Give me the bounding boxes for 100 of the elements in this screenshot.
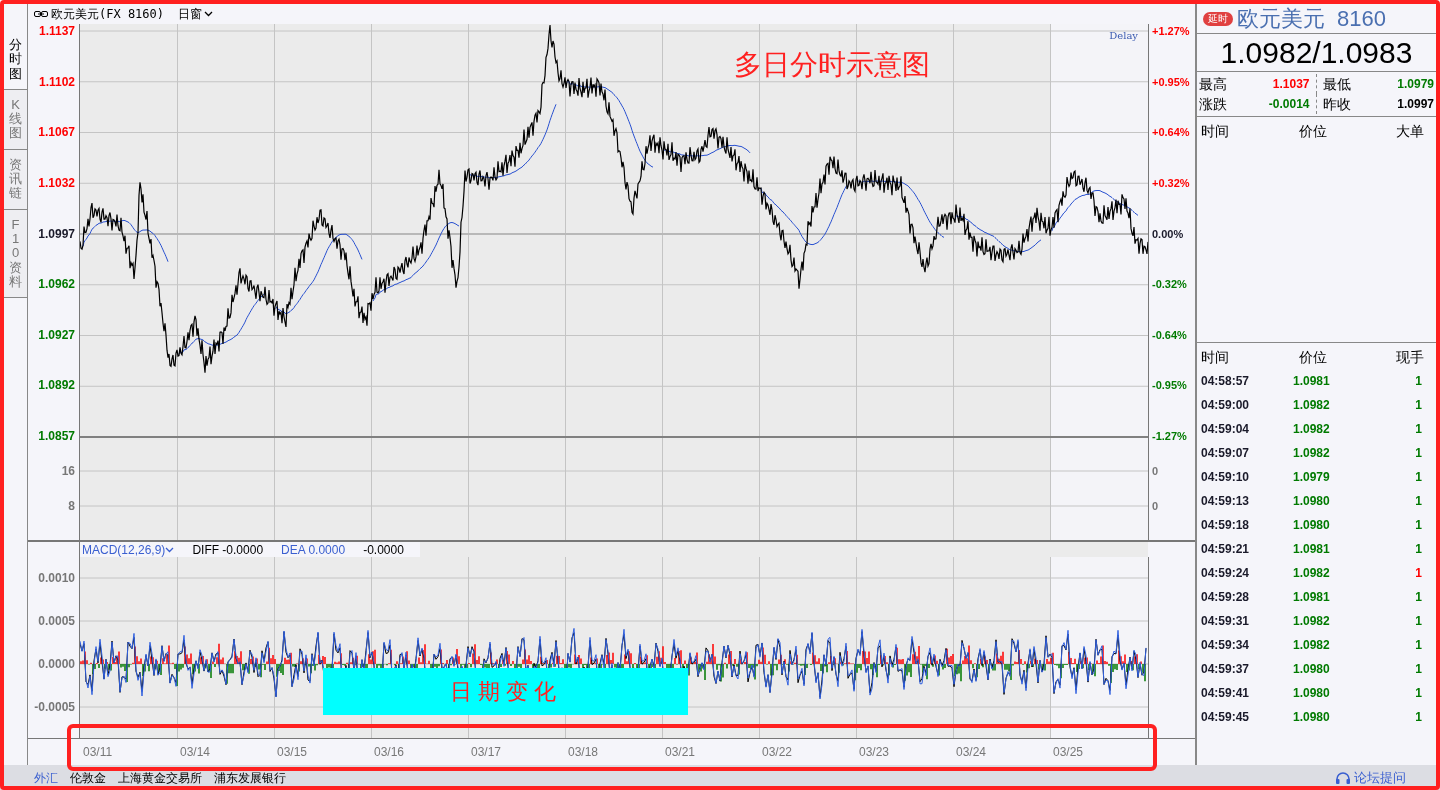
instrument-name: 欧元美元 [1237,5,1325,33]
trade-time: 04:59:45 [1201,709,1251,726]
trade-price: 1.0982 [1292,613,1330,630]
column-header: 大单 [1396,122,1424,141]
trade-price: 1.0981 [1292,589,1330,606]
trade-time: 04:59:34 [1201,637,1251,654]
side-tab[interactable]: 资讯链 [4,149,27,210]
macd-tick-label: 0.0010 [38,571,75,585]
trade-price: 1.0980 [1292,709,1330,726]
trade-price: 1.0982 [1292,637,1330,654]
stat-value: 1.1037 [1272,76,1310,93]
trade-price: 1.0982 [1292,445,1330,462]
delay-badge: 延时 [1203,11,1233,26]
date-label: 03/21 [664,744,696,761]
macd-tick-label: -0.0005 [34,700,75,714]
stat-label: 最低 [1322,74,1351,94]
market-tab[interactable]: 外汇 [34,768,58,787]
trade-time: 04:59:28 [1201,589,1251,606]
price-tick-label: 1.0927 [38,327,75,342]
annotation-title: 多日分时示意图 [734,48,930,82]
percent-tick-label: -1.27% [1152,429,1188,443]
percent-tick-label: 0.00% [1152,226,1185,241]
percent-tick-label: -0.64% [1152,327,1188,342]
trade-price: 1.0980 [1292,517,1330,534]
column-header: 时间 [1201,348,1229,367]
date-label: 03/23 [858,744,890,761]
diff-value: DIFF -0.0000 [192,541,264,559]
trade-volume: 1 [1415,469,1422,486]
headset-icon [1335,770,1351,785]
trade-volume: 1 [1415,709,1422,726]
trade-price: 1.0982 [1292,421,1330,438]
trade-volume: 1 [1415,397,1422,414]
symbol-title: 欧元美元(FX 8160) [51,6,165,23]
trade-volume: 1 [1415,613,1422,630]
percent-tick-label: -0.95% [1152,378,1188,393]
trade-time: 04:59:13 [1201,493,1251,510]
date-label: 03/15 [276,744,308,761]
trade-time: 04:59:00 [1201,397,1251,414]
column-header: 时间 [1201,122,1229,141]
volume-tick-label: 16 [61,464,75,478]
forum-link[interactable]: 论坛提问 [1335,767,1406,788]
trade-volume: 1 [1415,637,1422,654]
trade-price: 1.0982 [1292,397,1330,414]
price-tick-label: 1.1032 [38,175,75,190]
trade-time: 04:59:04 [1201,421,1251,438]
market-tab[interactable]: 伦敦金 [70,768,106,787]
volume-tick-label: 0 [1152,464,1160,478]
trade-volume: 1 [1415,445,1422,462]
instrument-code: 8160 [1337,5,1386,33]
price-tick-label: 1.0857 [38,429,75,443]
trade-price: 1.0981 [1292,373,1330,390]
volume-tick-label: 0 [1152,499,1160,513]
macd-tick-label: 0.0005 [38,614,75,628]
volume-tick-label: 8 [68,499,75,513]
trade-volume: 1 [1415,589,1422,606]
trade-price: 1.0980 [1292,685,1330,702]
date-label: 03/18 [567,744,599,761]
price-tick-label: 1.0962 [38,277,75,292]
price-tick-label: 1.1137 [38,24,75,38]
date-label: 03/22 [761,744,793,761]
annotation-note: 日期变化 [323,668,688,715]
macd-tick-label: 0.0000 [38,657,75,671]
stat-value: -0.0014 [1268,96,1310,113]
trade-time: 04:59:21 [1201,541,1251,558]
trade-volume: 1 [1415,373,1422,390]
date-label: 03/11 [82,744,113,761]
trade-price: 1.0980 [1292,493,1330,510]
trade-volume: 1 [1415,541,1422,558]
date-label: 03/24 [955,744,987,761]
percent-tick-label: -0.32% [1152,277,1188,292]
column-header: 现手 [1396,348,1424,367]
price-tick-label: 1.1102 [38,74,75,89]
trade-volume: 1 [1415,493,1422,510]
period-dropdown[interactable]: 日窗 [178,5,214,23]
bid-ask-price: 1.0982/1.0983 [1220,35,1413,70]
price-tick-label: 1.0892 [38,378,75,393]
trade-price: 1.0979 [1292,469,1330,486]
trade-price: 1.0981 [1292,541,1330,558]
stat-value: 1.0979 [1397,76,1434,93]
market-tab[interactable]: 上海黄金交易所 [118,768,202,787]
date-label: 03/25 [1052,744,1084,761]
percent-tick-label: +1.27% [1152,24,1191,38]
trade-volume: 1 [1415,421,1422,438]
delay-label: Delay [1109,29,1138,43]
stat-label: 昨收 [1322,94,1351,114]
side-tab[interactable]: K线图 [4,89,27,150]
trade-time: 04:59:31 [1201,613,1251,630]
trade-volume: 1 [1415,685,1422,702]
side-tab[interactable]: F10资料 [4,209,27,299]
percent-tick-label: +0.32% [1152,175,1191,190]
trade-time: 04:59:10 [1201,469,1251,486]
date-label: 03/17 [470,744,502,761]
column-header: 价位 [1298,122,1327,141]
column-header: 价位 [1298,348,1327,367]
dea-value: DEA 0.0000 [281,541,346,559]
stat-label: 涨跌 [1199,94,1227,114]
market-tab[interactable]: 浦东发展银行 [214,768,286,787]
stat-label: 最高 [1199,74,1227,94]
percent-tick-label: +0.95% [1152,74,1191,89]
trade-time: 04:59:18 [1201,517,1251,534]
